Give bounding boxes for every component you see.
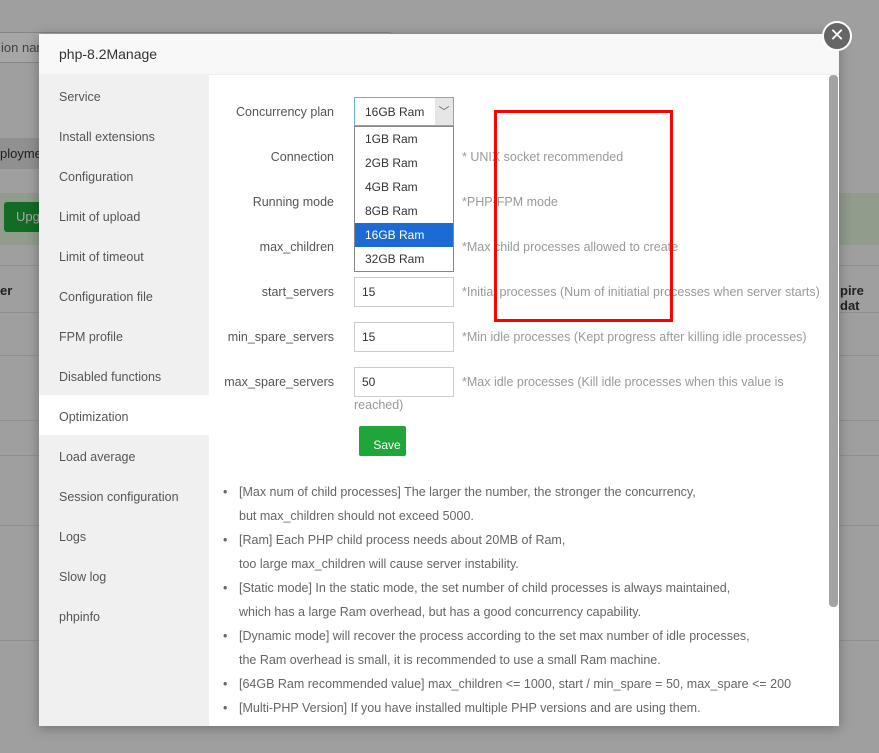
save-button[interactable]: Save	[359, 426, 406, 456]
sidebar-item-phpinfo[interactable]: phpinfo	[39, 595, 209, 635]
sidebar-item-install-extensions[interactable]: Install extensions	[39, 115, 209, 155]
option-1gb[interactable]: 1GB Ram	[355, 127, 453, 151]
min-spare-hint: *Min idle processes (Kept progress after…	[462, 330, 807, 344]
scrollbar[interactable]	[829, 75, 838, 726]
running-mode-label: Running mode	[252, 195, 334, 209]
option-16gb[interactable]: 16GB Ram	[355, 223, 453, 247]
max-spare-row: max_spare_servers 50 *Max idle processes…	[209, 367, 829, 417]
max-spare-hint: *Max idle processes (Kill idle processes…	[462, 375, 784, 389]
min-spare-row: min_spare_servers 15 *Min idle processes…	[209, 322, 829, 352]
concurrency-label: Concurrency plan	[236, 105, 334, 119]
option-4gb[interactable]: 4GB Ram	[355, 175, 453, 199]
dialog-title: php-8.2Manage	[39, 34, 839, 75]
note-item: [Max num of child processes] The larger …	[219, 480, 791, 528]
start-servers-input[interactable]: 15	[354, 277, 454, 307]
note-item: [Dynamic mode] will recover the process …	[219, 624, 791, 672]
php-manage-dialog: php-8.2Manage Service Install extensions…	[39, 34, 839, 726]
close-icon[interactable]: ✕	[822, 21, 852, 51]
option-2gb[interactable]: 2GB Ram	[355, 151, 453, 175]
sidebar-item-load-average[interactable]: Load average	[39, 435, 209, 475]
sidebar-item-slow-log[interactable]: Slow log	[39, 555, 209, 595]
sidebar-item-disabled-functions[interactable]: Disabled functions	[39, 355, 209, 395]
note-item: [Ram] Each PHP child process needs about…	[219, 528, 791, 576]
max-children-label: max_children	[259, 240, 334, 254]
start-servers-label: start_servers	[261, 285, 334, 299]
min-spare-input[interactable]: 15	[354, 322, 454, 352]
min-spare-label: min_spare_servers	[227, 330, 334, 344]
sidebar-item-limit-upload[interactable]: Limit of upload	[39, 195, 209, 235]
scrollbar-thumb[interactable]	[829, 75, 838, 607]
optimization-panel: Concurrency plan 16GB Ram ﹀ 1GB Ram 2GB …	[209, 75, 839, 726]
sidebar-item-limit-timeout[interactable]: Limit of timeout	[39, 235, 209, 275]
concurrency-value: 16GB Ram	[365, 105, 425, 119]
sidebar: Service Install extensions Configuration…	[39, 75, 209, 726]
sidebar-item-session-configuration[interactable]: Session configuration	[39, 475, 209, 515]
max-spare-label: max_spare_servers	[224, 375, 334, 389]
max-spare-input[interactable]: 50	[354, 367, 454, 397]
chevron-down-icon: ﹀	[435, 98, 453, 125]
note-item: [Multi-PHP Version] If you have installe…	[219, 696, 791, 720]
sidebar-item-service[interactable]: Service	[39, 75, 209, 115]
option-32gb[interactable]: 32GB Ram	[355, 247, 453, 271]
sidebar-item-configuration[interactable]: Configuration	[39, 155, 209, 195]
note-item: [Static mode] In the static mode, the se…	[219, 576, 791, 624]
highlight-annotation-box	[494, 110, 673, 322]
sidebar-item-configuration-file[interactable]: Configuration file	[39, 275, 209, 315]
note-item: [64GB Ram recommended value] max_childre…	[219, 672, 791, 696]
option-8gb[interactable]: 8GB Ram	[355, 199, 453, 223]
connection-label: Connection	[270, 150, 334, 164]
concurrency-select[interactable]: 16GB Ram ﹀	[354, 97, 454, 126]
max-spare-hint-cont: reached)	[354, 398, 404, 412]
sidebar-item-logs[interactable]: Logs	[39, 515, 209, 555]
help-notes: [Max num of child processes] The larger …	[219, 480, 791, 720]
sidebar-item-optimization[interactable]: Optimization	[39, 395, 209, 435]
concurrency-dropdown: 1GB Ram 2GB Ram 4GB Ram 8GB Ram 16GB Ram…	[354, 126, 454, 272]
sidebar-item-fpm-profile[interactable]: FPM profile	[39, 315, 209, 355]
